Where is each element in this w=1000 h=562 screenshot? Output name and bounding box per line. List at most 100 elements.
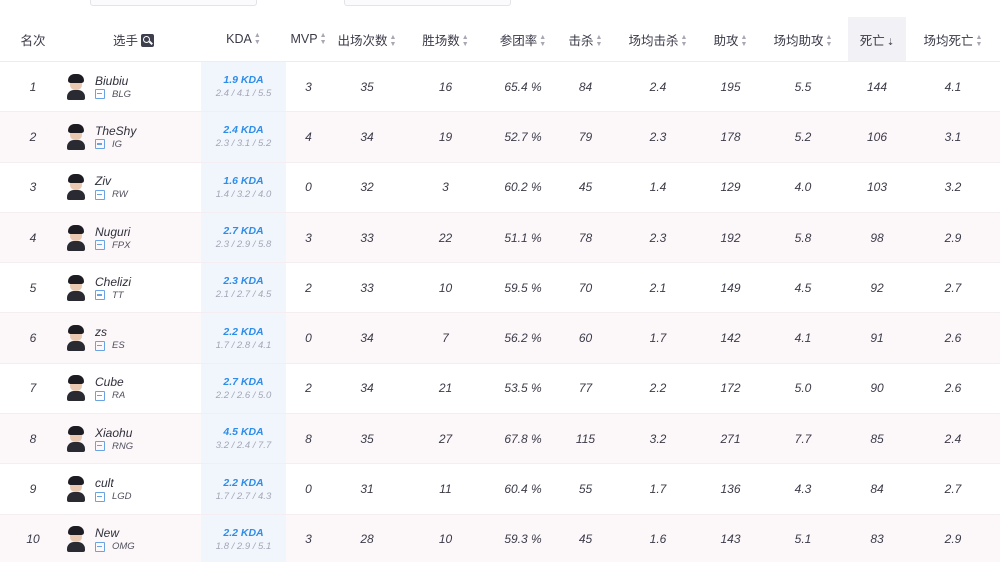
cell-kills: 45 (558, 514, 613, 562)
player-info[interactable]: zs ES (66, 325, 201, 352)
cell-player[interactable]: New OMG (66, 514, 201, 562)
player-name[interactable]: Xiaohu (95, 426, 133, 440)
cell-player[interactable]: cult LGD (66, 463, 201, 515)
table-row[interactable]: 6 zs ES 2.2 KDA 1.7 / 2.8 / 4.1 0 34 7 5… (0, 312, 1000, 364)
sort-arrows-icon[interactable]: ▲ ▼ (390, 34, 397, 48)
player-info[interactable]: Ziv RW (66, 174, 201, 201)
cell-deaths: 144 (848, 61, 906, 113)
player-info[interactable]: New OMG (66, 526, 201, 553)
sort-desc-icon[interactable]: ⇣ (887, 37, 895, 47)
sort-arrows-icon[interactable]: ▲ ▼ (826, 34, 833, 48)
column-header-kda[interactable]: KDA ▲ ▼ (201, 17, 286, 62)
player-info[interactable]: Biubiu BLG (66, 73, 201, 100)
table-row[interactable]: 1 Biubiu BLG 1.9 KDA 2.4 / 4.1 / 5.5 3 3… (0, 61, 1000, 113)
cell-player[interactable]: Nuguri FPX (66, 212, 201, 264)
cell-rank: 7 (0, 363, 66, 415)
column-header-avg-deaths[interactable]: 场均死亡 ▲ ▼ (906, 17, 1000, 62)
cell-player[interactable]: Biubiu BLG (66, 61, 201, 113)
cell-kp: 51.1 % (488, 212, 558, 264)
kda-value: 1.9 KDA (223, 74, 264, 87)
player-info[interactable]: Cube RA (66, 375, 201, 402)
kda-detail: 1.8 / 2.9 / 5.1 (215, 540, 272, 552)
cell-rank: 2 (0, 111, 66, 163)
player-name[interactable]: TheShy (95, 124, 136, 138)
cell-avg-assists: 5.5 (758, 61, 848, 113)
filter-dropdown-season[interactable] (90, 0, 257, 6)
team-icon (95, 390, 105, 401)
cell-assists: 142 (703, 312, 758, 364)
sort-arrows-icon[interactable]: ▲ ▼ (320, 32, 327, 46)
column-header-kp[interactable]: 参团率 ▲ ▼ (488, 17, 558, 62)
kda-detail: 2.3 / 2.9 / 5.8 (215, 239, 272, 251)
cell-assists: 192 (703, 212, 758, 264)
player-name[interactable]: Ziv (95, 174, 128, 188)
cell-rank: 1 (0, 61, 66, 113)
cell-wins: 19 (403, 111, 488, 163)
cell-deaths: 103 (848, 162, 906, 213)
cell-player[interactable]: Xiaohu RNG (66, 413, 201, 465)
column-header-player[interactable]: 选手 (66, 17, 201, 62)
column-header-games[interactable]: 出场次数 ▲ ▼ (331, 17, 403, 62)
column-header-assists[interactable]: 助攻 ▲ ▼ (703, 17, 758, 62)
table-header-row: 名次 选手 KDA ▲ ▼ MVP ▲ ▼ 出场次数 ▲ ▼ 胜场数 ▲ ▼ 参团率 ▲ ▼ 击杀 ▲… (0, 17, 1000, 62)
sort-arrows-icon[interactable]: ▲ ▼ (741, 34, 748, 48)
table-row[interactable]: 10 New OMG 2.2 KDA 1.8 / 2.9 / 5.1 3 28 (0, 514, 1000, 562)
column-header-avg-kills[interactable]: 场均击杀 ▲ ▼ (613, 17, 703, 62)
cell-deaths: 106 (848, 111, 906, 163)
cell-player[interactable]: Cube RA (66, 363, 201, 415)
sort-arrows-icon[interactable]: ▲ ▼ (254, 32, 261, 46)
cell-player[interactable]: Ziv RW (66, 162, 201, 213)
player-name[interactable]: cult (95, 476, 132, 490)
player-info[interactable]: Chelizi TT (66, 274, 201, 301)
player-stats-table: 名次 选手 KDA ▲ ▼ MVP ▲ ▼ 出场次数 ▲ ▼ 胜场数 ▲ ▼ 参团率 ▲ ▼ 击杀 ▲… (0, 17, 1000, 562)
player-name[interactable]: Cube (95, 375, 125, 389)
player-info[interactable]: cult LGD (66, 476, 201, 503)
sort-arrows-icon[interactable]: ▲ ▼ (976, 34, 983, 48)
cell-games: 33 (331, 212, 403, 264)
team-icon (95, 240, 105, 251)
sort-arrows-icon[interactable]: ▲ ▼ (462, 34, 469, 48)
column-header-avg-assists[interactable]: 场均助攻 ▲ ▼ (758, 17, 848, 62)
player-name[interactable]: Chelizi (95, 275, 131, 289)
cell-deaths: 84 (848, 463, 906, 515)
player-name[interactable]: New (95, 526, 135, 540)
cell-games: 34 (331, 111, 403, 163)
cell-player[interactable]: TheShy IG (66, 111, 201, 163)
column-header-mvp[interactable]: MVP ▲ ▼ (286, 17, 331, 62)
filter-dropdown-position[interactable] (344, 0, 511, 6)
search-icon[interactable] (141, 33, 154, 47)
player-info[interactable]: Xiaohu RNG (66, 425, 201, 452)
table-row[interactable]: 2 TheShy IG 2.4 KDA 2.3 / 3.1 / 5.2 4 34 (0, 111, 1000, 163)
cell-player[interactable]: Chelizi TT (66, 262, 201, 314)
cell-assists: 149 (703, 262, 758, 314)
cell-rank: 8 (0, 413, 66, 465)
column-header-kills[interactable]: 击杀 ▲ ▼ (558, 17, 613, 62)
player-name[interactable]: Biubiu (95, 74, 131, 88)
cell-avg-deaths: 3.1 (906, 111, 1000, 163)
table-row[interactable]: 7 Cube RA 2.7 KDA 2.2 / 2.6 / 5.0 2 34 2… (0, 363, 1000, 415)
cell-rank: 3 (0, 162, 66, 213)
cell-mvp: 3 (286, 212, 331, 264)
team-icon (95, 491, 105, 502)
cell-wins: 10 (403, 514, 488, 562)
table-row[interactable]: 5 Chelizi TT 2.3 KDA 2.1 / 2.7 / 4.5 2 3… (0, 262, 1000, 314)
kda-detail: 1.7 / 2.8 / 4.1 (215, 339, 272, 351)
sort-arrows-icon[interactable]: ▲ ▼ (596, 34, 603, 48)
cell-deaths: 90 (848, 363, 906, 415)
player-name[interactable]: Nuguri (95, 225, 130, 239)
cell-avg-assists: 4.0 (758, 162, 848, 213)
table-row[interactable]: 8 Xiaohu RNG 4.5 KDA 3.2 / 2.4 / 7.7 8 3… (0, 413, 1000, 465)
player-info[interactable]: Nuguri FPX (66, 224, 201, 251)
sort-arrows-icon[interactable]: ▲ ▼ (539, 34, 546, 48)
cell-kills: 55 (558, 463, 613, 515)
column-header-wins[interactable]: 胜场数 ▲ ▼ (403, 17, 488, 62)
column-header-deaths[interactable]: 死亡 ⇣ (848, 17, 906, 62)
table-row[interactable]: 3 Ziv RW 1.6 KDA 1.4 / 3.2 / 4.0 0 32 3 … (0, 162, 1000, 213)
player-name[interactable]: zs (95, 325, 125, 339)
sort-arrows-icon[interactable]: ▲ ▼ (681, 34, 688, 48)
kda-value: 2.2 KDA (223, 325, 264, 338)
player-info[interactable]: TheShy IG (66, 123, 201, 150)
table-row[interactable]: 9 cult LGD 2.2 KDA 1.7 / 2.7 / 4.3 0 31 (0, 463, 1000, 515)
table-row[interactable]: 4 Nuguri FPX 2.7 KDA 2.3 / 2.9 / 5.8 3 3… (0, 212, 1000, 264)
cell-player[interactable]: zs ES (66, 312, 201, 364)
